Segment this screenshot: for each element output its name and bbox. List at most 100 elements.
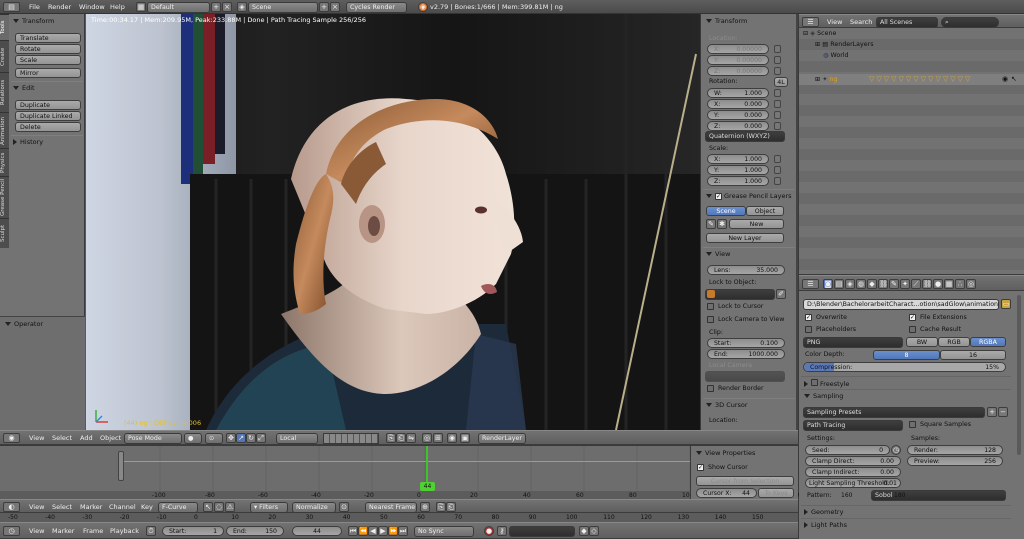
rotation-mode-select[interactable]: Quaternion (WXYZ) (705, 131, 785, 142)
outliner-menu-view[interactable]: View (827, 15, 842, 29)
lens-field[interactable]: Lens: 35.000 (707, 265, 785, 275)
delete-keyframe-icon[interactable]: ◇ (589, 526, 599, 536)
current-frame-field[interactable]: 44 (292, 526, 342, 536)
pose-paste-icon[interactable]: ⎗ (396, 433, 406, 443)
viewport-menu-object[interactable]: Object (100, 431, 121, 445)
folder-icon[interactable]: ▭ (1001, 299, 1011, 309)
delete-button[interactable]: Delete (15, 122, 81, 132)
orientation-select[interactable]: Local (276, 433, 318, 444)
render-layers-tab-icon[interactable]: ▤ (834, 279, 844, 289)
start-frame-field[interactable]: Start: 1 (162, 526, 224, 536)
clip-end-field[interactable]: End: 1000.000 (707, 349, 785, 359)
rotation-4l-toggle[interactable]: 4L (774, 77, 788, 87)
seed-field[interactable]: Seed: 0 (805, 445, 890, 455)
outliner-item-scene[interactable]: ⊟ ◈ Scene (803, 30, 836, 37)
integrator-select[interactable]: Path Tracing (803, 420, 903, 431)
menu-help[interactable]: Help (110, 0, 125, 14)
sampling-header[interactable]: Sampling (804, 392, 843, 400)
prev-keyframe-icon[interactable]: ⏪ (358, 526, 368, 536)
outliner-menu-search[interactable]: Search (850, 15, 872, 29)
location-y-field[interactable]: Y: 0.00000 (707, 55, 769, 65)
rotation-z-field[interactable]: Z: 0.000 (707, 121, 769, 131)
graph-menu-view[interactable]: View (29, 500, 44, 514)
tab-grease-pencil[interactable]: Grease Pencil (0, 176, 9, 218)
scale-z-field[interactable]: Z: 1.000 (707, 176, 769, 186)
graph-menu-channel[interactable]: Channel (109, 500, 136, 514)
shading-mode-select[interactable]: ● (184, 433, 202, 444)
rotate-manipulator-icon[interactable]: ↻ (246, 433, 256, 443)
world-tab-icon[interactable]: ◍ (856, 279, 866, 289)
editor-type-icon[interactable]: ◉ (3, 433, 20, 443)
render-engine-select[interactable]: Cycles Render (346, 2, 407, 13)
only-selected-icon[interactable]: ↖ (203, 502, 213, 512)
lock-icon[interactable] (774, 89, 781, 97)
preview-samples-field[interactable]: Preview: 256 (907, 456, 1003, 466)
pose-paste-flip-icon[interactable]: ⇋ (406, 433, 416, 443)
end-frame-field[interactable]: End: 150 (226, 526, 284, 536)
data-icon[interactable]: ✱ (717, 219, 727, 229)
add-layout-icon[interactable]: + (211, 2, 221, 12)
viewport-3d[interactable]: Time:00:34.17 | Mem:209.95M, Peak:233.88… (86, 14, 700, 430)
data-tab-icon[interactable]: ✦ (900, 279, 910, 289)
freestyle-checkbox[interactable] (811, 379, 818, 386)
transform-panel-header[interactable]: Transform (13, 17, 54, 25)
file-extensions-checkbox[interactable]: ✓ (909, 314, 916, 321)
scene-icon[interactable]: ◈ (237, 2, 247, 12)
lock-icon[interactable] (774, 122, 781, 130)
timeline-area[interactable]: -50 -40 -30 -20 -10 0 10 20 30 40 50 60 70 80 90 100 110… (0, 513, 798, 522)
operator-panel-header[interactable]: Operator (5, 320, 43, 328)
cache-result-checkbox[interactable] (909, 326, 916, 333)
filters-button[interactable]: ▾ Filters (250, 502, 288, 513)
placeholders-checkbox[interactable] (805, 326, 812, 333)
outliner-item-ng[interactable]: ⊞ ✦ ng (815, 76, 838, 83)
timeline-menu-marker[interactable]: Marker (52, 524, 74, 538)
interaction-mode-select[interactable]: Pose Mode (124, 433, 182, 444)
lock-icon[interactable] (774, 155, 781, 163)
paste-keys-icon[interactable]: ⎗ (446, 502, 456, 512)
lock-object-field[interactable] (705, 289, 775, 300)
gp-new-layer-button[interactable]: New Layer (706, 233, 784, 243)
lock-icon[interactable] (774, 177, 781, 185)
lock-icon[interactable] (774, 100, 781, 108)
properties-type-icon[interactable]: ☰ (802, 279, 819, 289)
graph-mode-select[interactable]: F-Curve (158, 502, 198, 513)
freestyle-header[interactable]: Freestyle (804, 379, 849, 388)
screen-layout-icon[interactable]: ▦ (136, 2, 146, 12)
grease-pencil-checkbox[interactable]: ✓ (715, 193, 722, 200)
gp-object-toggle[interactable]: Object (746, 206, 784, 216)
color-rgb-toggle[interactable]: RGB (938, 337, 970, 347)
auto-snap-icon[interactable]: ⊙ (339, 502, 349, 512)
menu-file[interactable]: File (29, 0, 40, 14)
modifiers-tab-icon[interactable]: ✎ (889, 279, 899, 289)
rotation-x-field[interactable]: X: 0.000 (707, 99, 769, 109)
outliner-item-world[interactable]: ◍ World (823, 52, 849, 59)
viewport-menu-view[interactable]: View (29, 431, 44, 445)
editor-type-icon[interactable]: ◐ (3, 502, 20, 512)
sync-mode-select[interactable]: No Sync (414, 526, 474, 537)
clamp-direct-field[interactable]: Clamp Direct: 0.00 (805, 456, 901, 466)
graph-menu-select[interactable]: Select (52, 500, 72, 514)
output-path-field[interactable]: D:\Blender\BachelorarbeitCharact...otion… (803, 299, 999, 310)
sampling-presets-select[interactable]: Sampling Presets (803, 407, 985, 418)
gp-scene-toggle[interactable]: Scene (706, 206, 746, 216)
pivot-icon[interactable]: ⊕ (420, 502, 430, 512)
history-panel-header[interactable]: History (13, 138, 43, 146)
scale-y-field[interactable]: Y: 1.000 (707, 165, 769, 175)
light-paths-header[interactable]: Light Paths (804, 521, 847, 529)
editor-type-icon[interactable]: ◷ (3, 526, 20, 536)
menu-render[interactable]: Render (48, 0, 71, 14)
to-keys-button[interactable]: To Keys (758, 488, 794, 498)
remove-layout-icon[interactable]: × (222, 2, 232, 12)
color-depth-16-toggle[interactable]: 16 (940, 350, 1006, 360)
play-reverse-icon[interactable]: ◀ (368, 526, 378, 536)
select-arrow-icon[interactable]: ↖ (1011, 75, 1017, 83)
translate-button[interactable]: Translate (15, 33, 81, 43)
lock-icon[interactable] (774, 166, 781, 174)
particles-tab-icon[interactable]: ∴ (955, 279, 965, 289)
local-camera-field[interactable] (705, 371, 785, 382)
rotation-y-field[interactable]: Y: 0.000 (707, 110, 769, 120)
auto-keying-icon[interactable]: ● (484, 526, 494, 536)
tab-relations[interactable]: Relations (0, 72, 9, 112)
lock-camera-checkbox[interactable] (707, 316, 714, 323)
cursor-x-field[interactable]: Cursor X: 44 (696, 488, 757, 498)
